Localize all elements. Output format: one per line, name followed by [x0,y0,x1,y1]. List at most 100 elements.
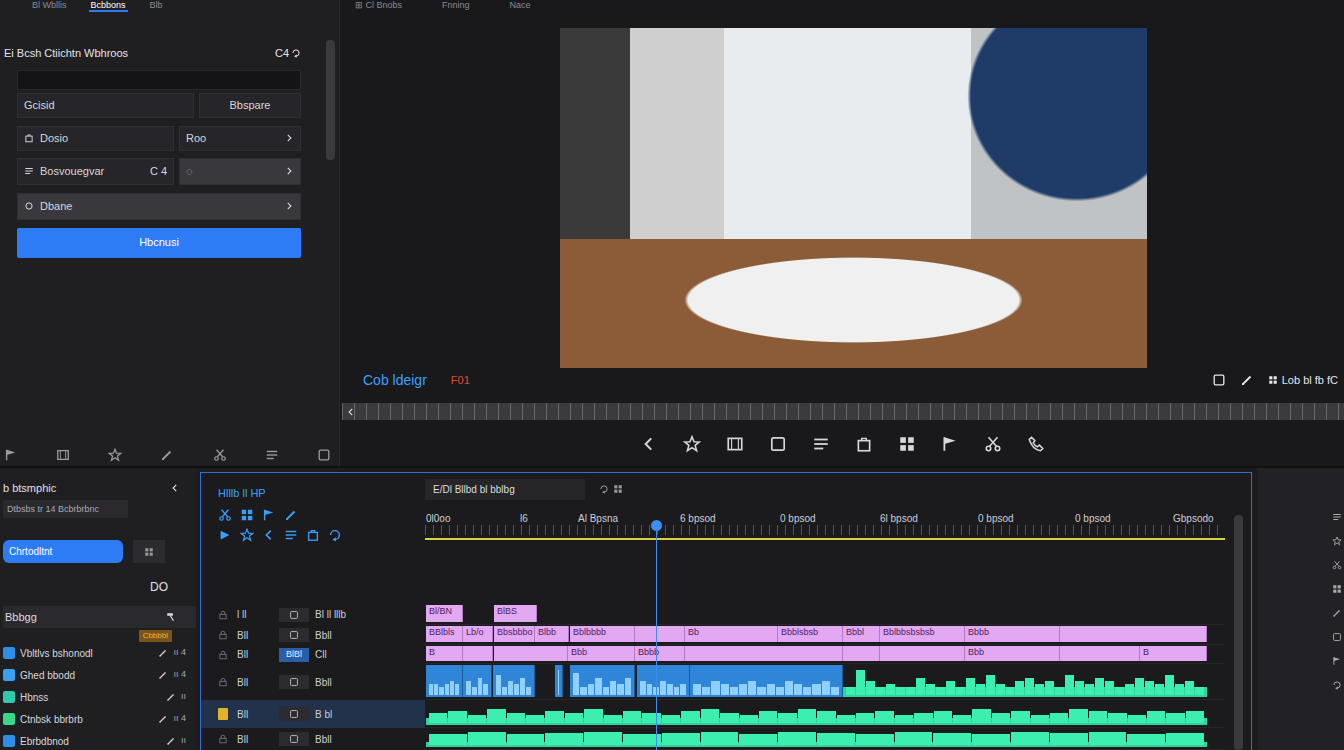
ruler-ticks[interactable] [425,525,1225,535]
timeline-clip[interactable] [1060,646,1140,661]
timeline-clip[interactable] [570,665,635,697]
panel-field[interactable] [17,70,301,90]
panel-badge[interactable]: C4 [275,45,301,62]
track-toggle[interactable] [279,628,309,642]
list-icon[interactable] [812,435,830,453]
track-toggle[interactable] [279,675,309,689]
track-toggle[interactable] [279,608,309,622]
timeline-clip[interactable]: Bblbbsbsbsb [880,626,965,642]
effect-icon[interactable] [108,448,122,462]
loop-icon[interactable] [1332,680,1342,690]
property-dropdown[interactable]: ◌ [179,158,301,185]
edit-icon[interactable] [166,736,176,746]
timeline-clip[interactable] [426,665,463,697]
playhead[interactable] [656,520,657,750]
effect-icon[interactable] [683,435,701,453]
edit-icon[interactable] [166,692,176,702]
pen-icon[interactable] [1332,608,1342,618]
timeline-clip[interactable]: Bblbbbb [570,626,635,642]
timeline-clip[interactable] [463,665,492,697]
timeline-clip[interactable] [463,646,493,661]
sequence-name[interactable]: E/Dl Bllbd bl bblbg [425,479,585,500]
marker-icon[interactable] [941,435,959,453]
scrub-start-icon[interactable] [346,407,356,417]
bin-item[interactable]: Vbltlvs bshonodlıı 4 [3,642,196,664]
bin-group[interactable]: Bbbgg [3,606,196,628]
timeline-clip[interactable] [685,646,843,661]
timeline-clip[interactable]: BBlbls [426,626,463,642]
timeline-clip[interactable]: Bbblsbsb [778,626,843,642]
export-icon[interactable] [306,528,320,542]
panel-tab[interactable]: Bl Wbllis [30,0,69,12]
razor-icon[interactable] [218,508,232,522]
track-header[interactable]: l llBl ll lllb [201,604,425,625]
timeline-clip[interactable]: Bl/BN [426,605,463,622]
menu-item[interactable]: Fnning [442,0,470,12]
timeline-clip[interactable]: Bb [685,626,778,642]
scroll-thumb[interactable] [1234,515,1243,750]
preview-scrubber[interactable] [342,403,1344,420]
timeline-clip[interactable]: Bbbb [635,646,685,661]
track-lane[interactable]: BBlblsLb/oBbsbbboBlbbBblbbbbBbBbblsbsbBb… [425,625,1225,645]
lock-icon[interactable] [218,630,228,640]
timeline-clip[interactable]: Blbb [535,626,569,642]
track-header[interactable]: BllBbll [201,625,425,645]
panel-tab[interactable]: Bcbbons [89,0,128,12]
timeline-clip[interactable] [843,665,1207,697]
timeline-clip[interactable]: Bbsbbbo [494,626,535,642]
import-button[interactable]: Chrtodltnt [3,540,123,563]
pen-icon[interactable] [284,508,298,522]
timeline-clip[interactable] [690,665,843,697]
work-area-bar[interactable] [425,538,1225,540]
timeline-clip[interactable]: Bbbl [843,626,880,642]
timeline-clip[interactable] [635,626,685,642]
timeline-clip[interactable]: Bbbb [965,626,1060,642]
edit-icon[interactable] [158,670,168,680]
menu-item[interactable]: Nace [510,0,531,12]
timeline-clip[interactable]: BlBS [494,605,537,622]
view-toggle[interactable] [133,540,165,563]
bin-item[interactable]: Ebrbdbnodıı [3,730,196,750]
lock-icon[interactable] [218,734,228,744]
track-lane[interactable]: BBbbBbbbBbbB [425,645,1225,664]
grid-icon[interactable] [613,484,623,494]
playhead-handle[interactable] [651,520,662,531]
marker-icon[interactable] [262,508,276,522]
list-icon[interactable] [284,528,298,542]
sync-icon[interactable] [599,484,609,494]
split-icon[interactable] [984,435,1002,453]
collapse-icon[interactable] [170,483,180,493]
refresh-icon[interactable] [291,48,301,58]
timeline-clip[interactable] [426,729,1207,747]
timeline-clip[interactable] [426,701,1207,725]
property-value[interactable]: Bbspare [199,93,301,118]
cut-icon[interactable] [213,448,227,462]
timeline-scrollbar[interactable] [1225,473,1251,750]
effect-icon[interactable] [1332,536,1342,546]
panel-tab[interactable]: Blb [148,0,165,12]
lock-icon[interactable] [218,610,228,620]
track-lane[interactable] [425,664,1225,700]
clip-icon[interactable] [726,435,744,453]
timeline-clip[interactable] [637,665,690,697]
bin-search[interactable]: Dtbsbs tr 14 Bcbrbrbnc [3,500,128,518]
edit-icon[interactable] [158,648,168,658]
list-icon[interactable] [265,448,279,462]
timeline-clip[interactable] [880,646,965,661]
track-header[interactable]: BllBbll [201,664,425,700]
back-icon[interactable] [640,435,658,453]
property-expander[interactable]: Dbane [17,193,301,220]
track-lane[interactable]: Bl/BN BlBS [425,604,1225,625]
timeline-clip[interactable]: Bbb [965,646,1060,661]
apply-button[interactable]: Hbcnusi [17,228,301,258]
clip-icon[interactable] [56,448,70,462]
track-toggle[interactable] [279,707,309,721]
loop-icon[interactable] [328,528,342,542]
bin-item[interactable]: Ctnbsk bbrbrbıı 4 [3,708,196,730]
cut-icon[interactable] [1332,560,1342,570]
property-dropdown[interactable]: Roo [179,126,301,151]
track-lane[interactable] [425,700,1225,728]
square-icon[interactable] [1332,632,1342,642]
track-header[interactable]: BllBbll [201,728,425,750]
menu-item[interactable]: ⊞ Cl Bnobs [355,0,402,12]
